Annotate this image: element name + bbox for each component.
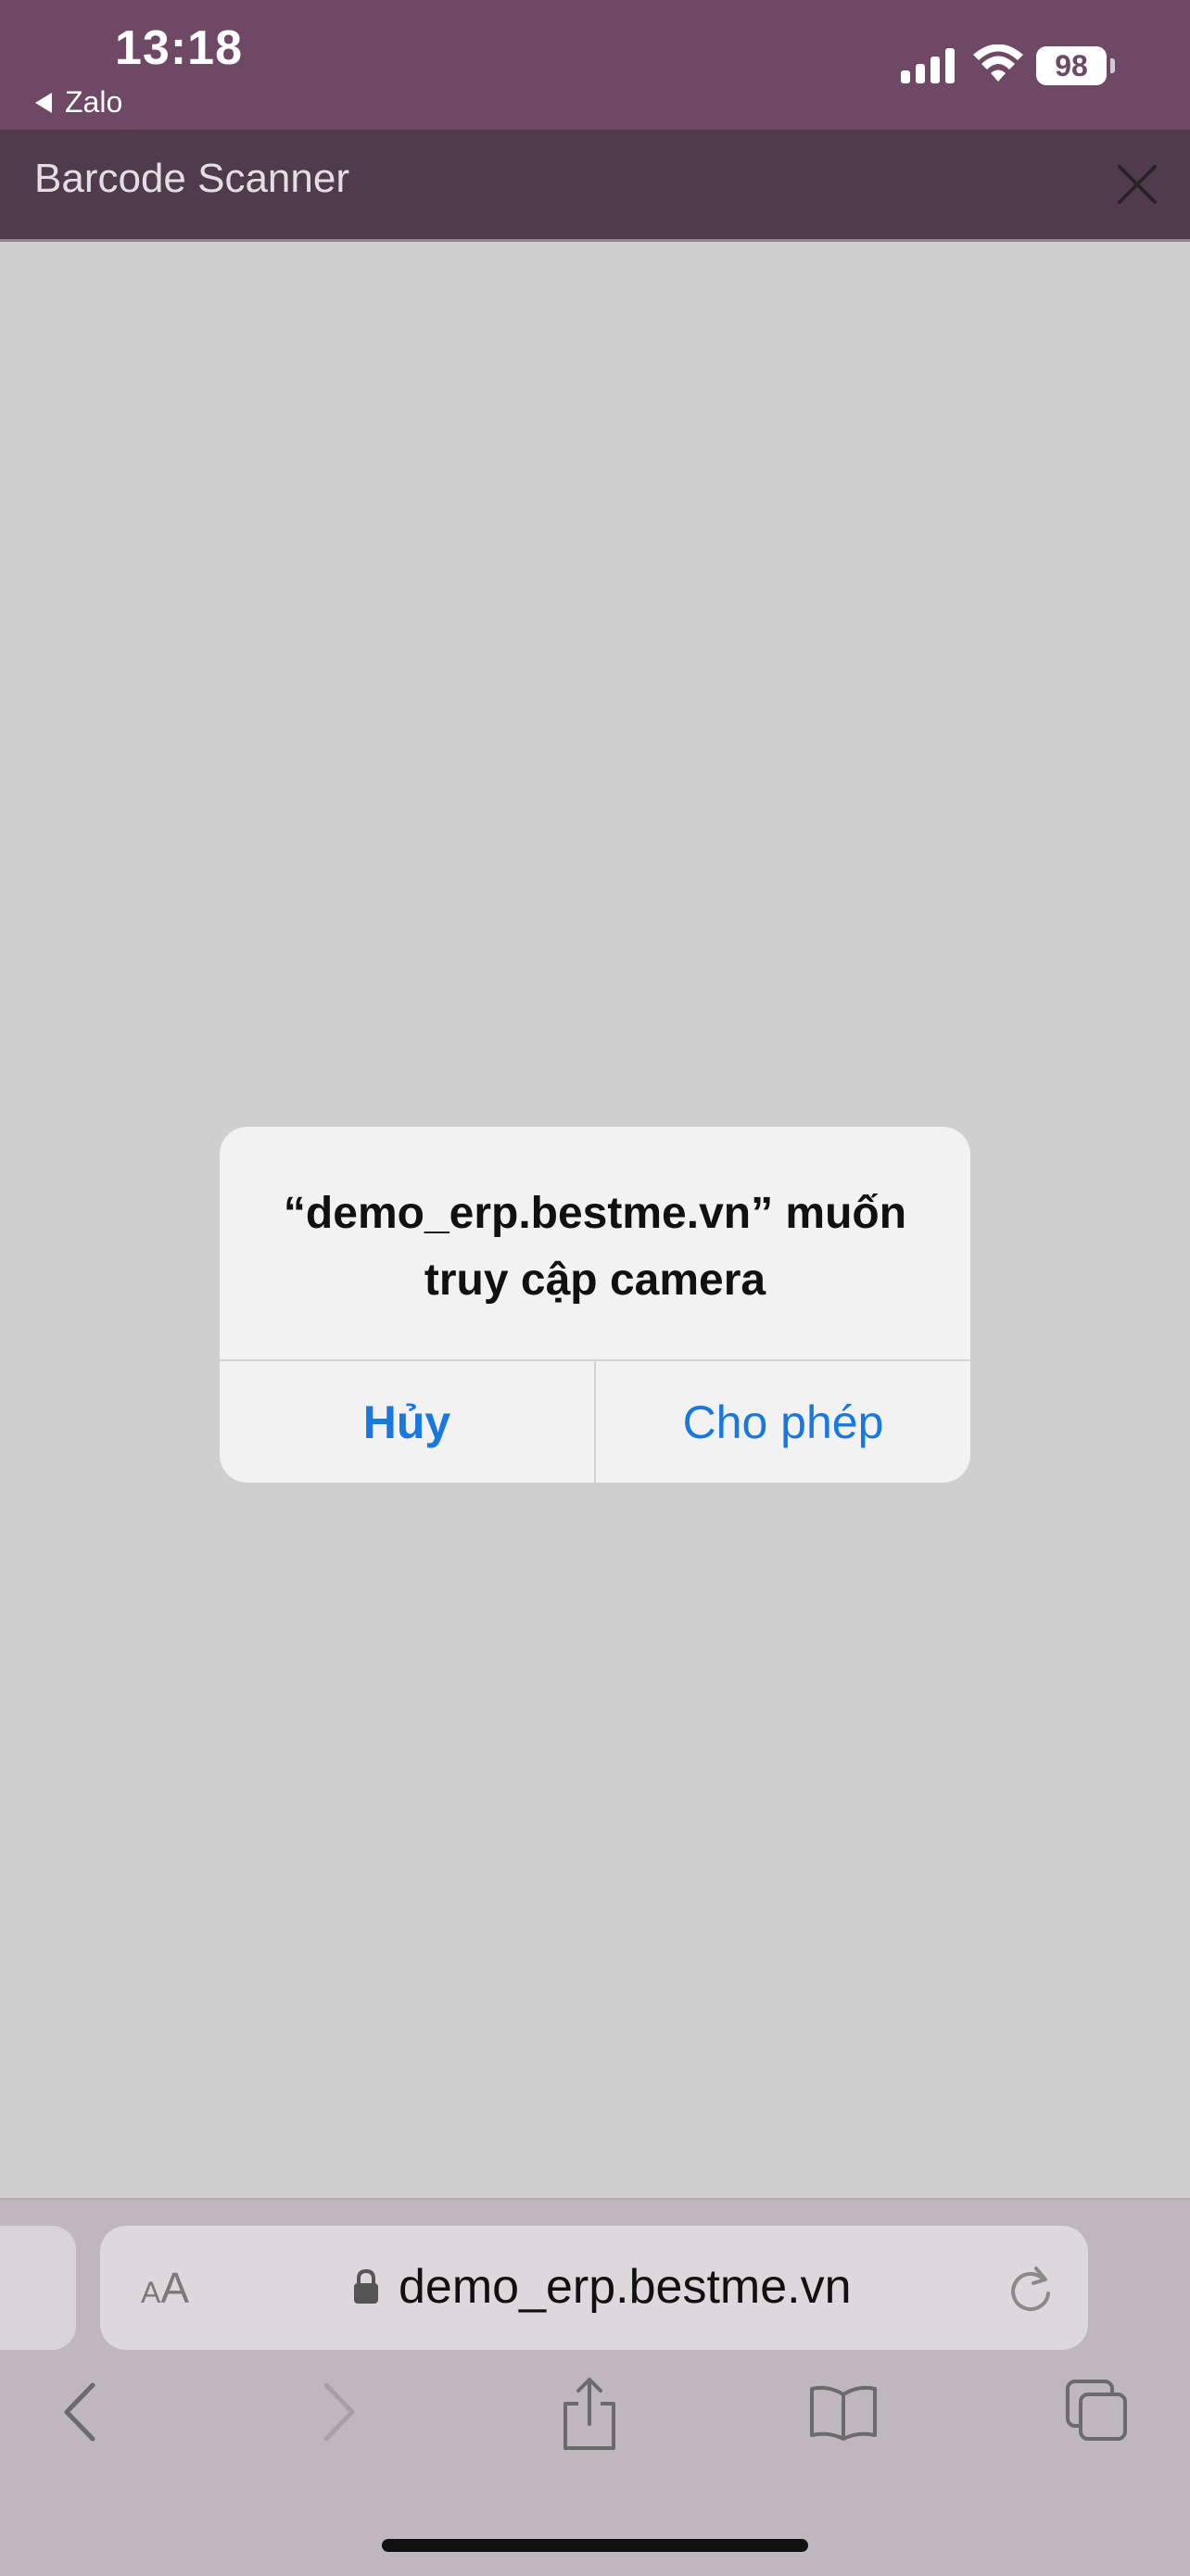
back-app-label: Zalo [65, 85, 123, 119]
back-to-app-link[interactable]: Zalo [35, 85, 122, 120]
lock-icon [354, 2268, 378, 2304]
battery-tip [1110, 58, 1115, 73]
share-icon[interactable] [560, 2376, 619, 2452]
page-title: Barcode Scanner [34, 156, 349, 201]
dialog-message: “demo_erp.bestme.vn” muốn truy cập camer… [257, 1181, 933, 1314]
reader-options-button[interactable]: AA [141, 2263, 189, 2313]
address-bar[interactable]: AA demo_erp.bestme.vn [100, 2226, 1088, 2350]
camera-permission-dialog: “demo_erp.bestme.vn” muốn truy cập camer… [220, 1127, 970, 1483]
reload-icon[interactable] [1006, 2263, 1057, 2315]
signal-icon [901, 48, 955, 83]
status-time: 13:18 [115, 21, 243, 75]
status-bar: 13:18 Zalo 98 [0, 0, 1190, 130]
battery-icon: 98 [1036, 46, 1107, 85]
url-text: demo_erp.bestme.vn [399, 2260, 852, 2314]
forward-icon[interactable] [321, 2381, 358, 2443]
cancel-button[interactable]: Hủy [220, 1361, 594, 1483]
home-indicator [382, 2539, 808, 2552]
dialog-message-line1: “demo_erp.bestme.vn” muốn [283, 1189, 907, 1238]
bookmarks-icon[interactable] [808, 2383, 879, 2443]
close-icon[interactable] [1112, 159, 1162, 209]
previous-tab-preview[interactable] [0, 2226, 76, 2350]
back-triangle-icon [35, 92, 52, 113]
wifi-icon [973, 44, 1023, 82]
dialog-message-line2: truy cập camera [424, 1256, 766, 1305]
tabs-icon[interactable] [1064, 2378, 1129, 2444]
allow-button[interactable]: Cho phép [596, 1361, 970, 1483]
back-icon[interactable] [61, 2381, 98, 2443]
scanner-header: Barcode Scanner [0, 130, 1190, 242]
